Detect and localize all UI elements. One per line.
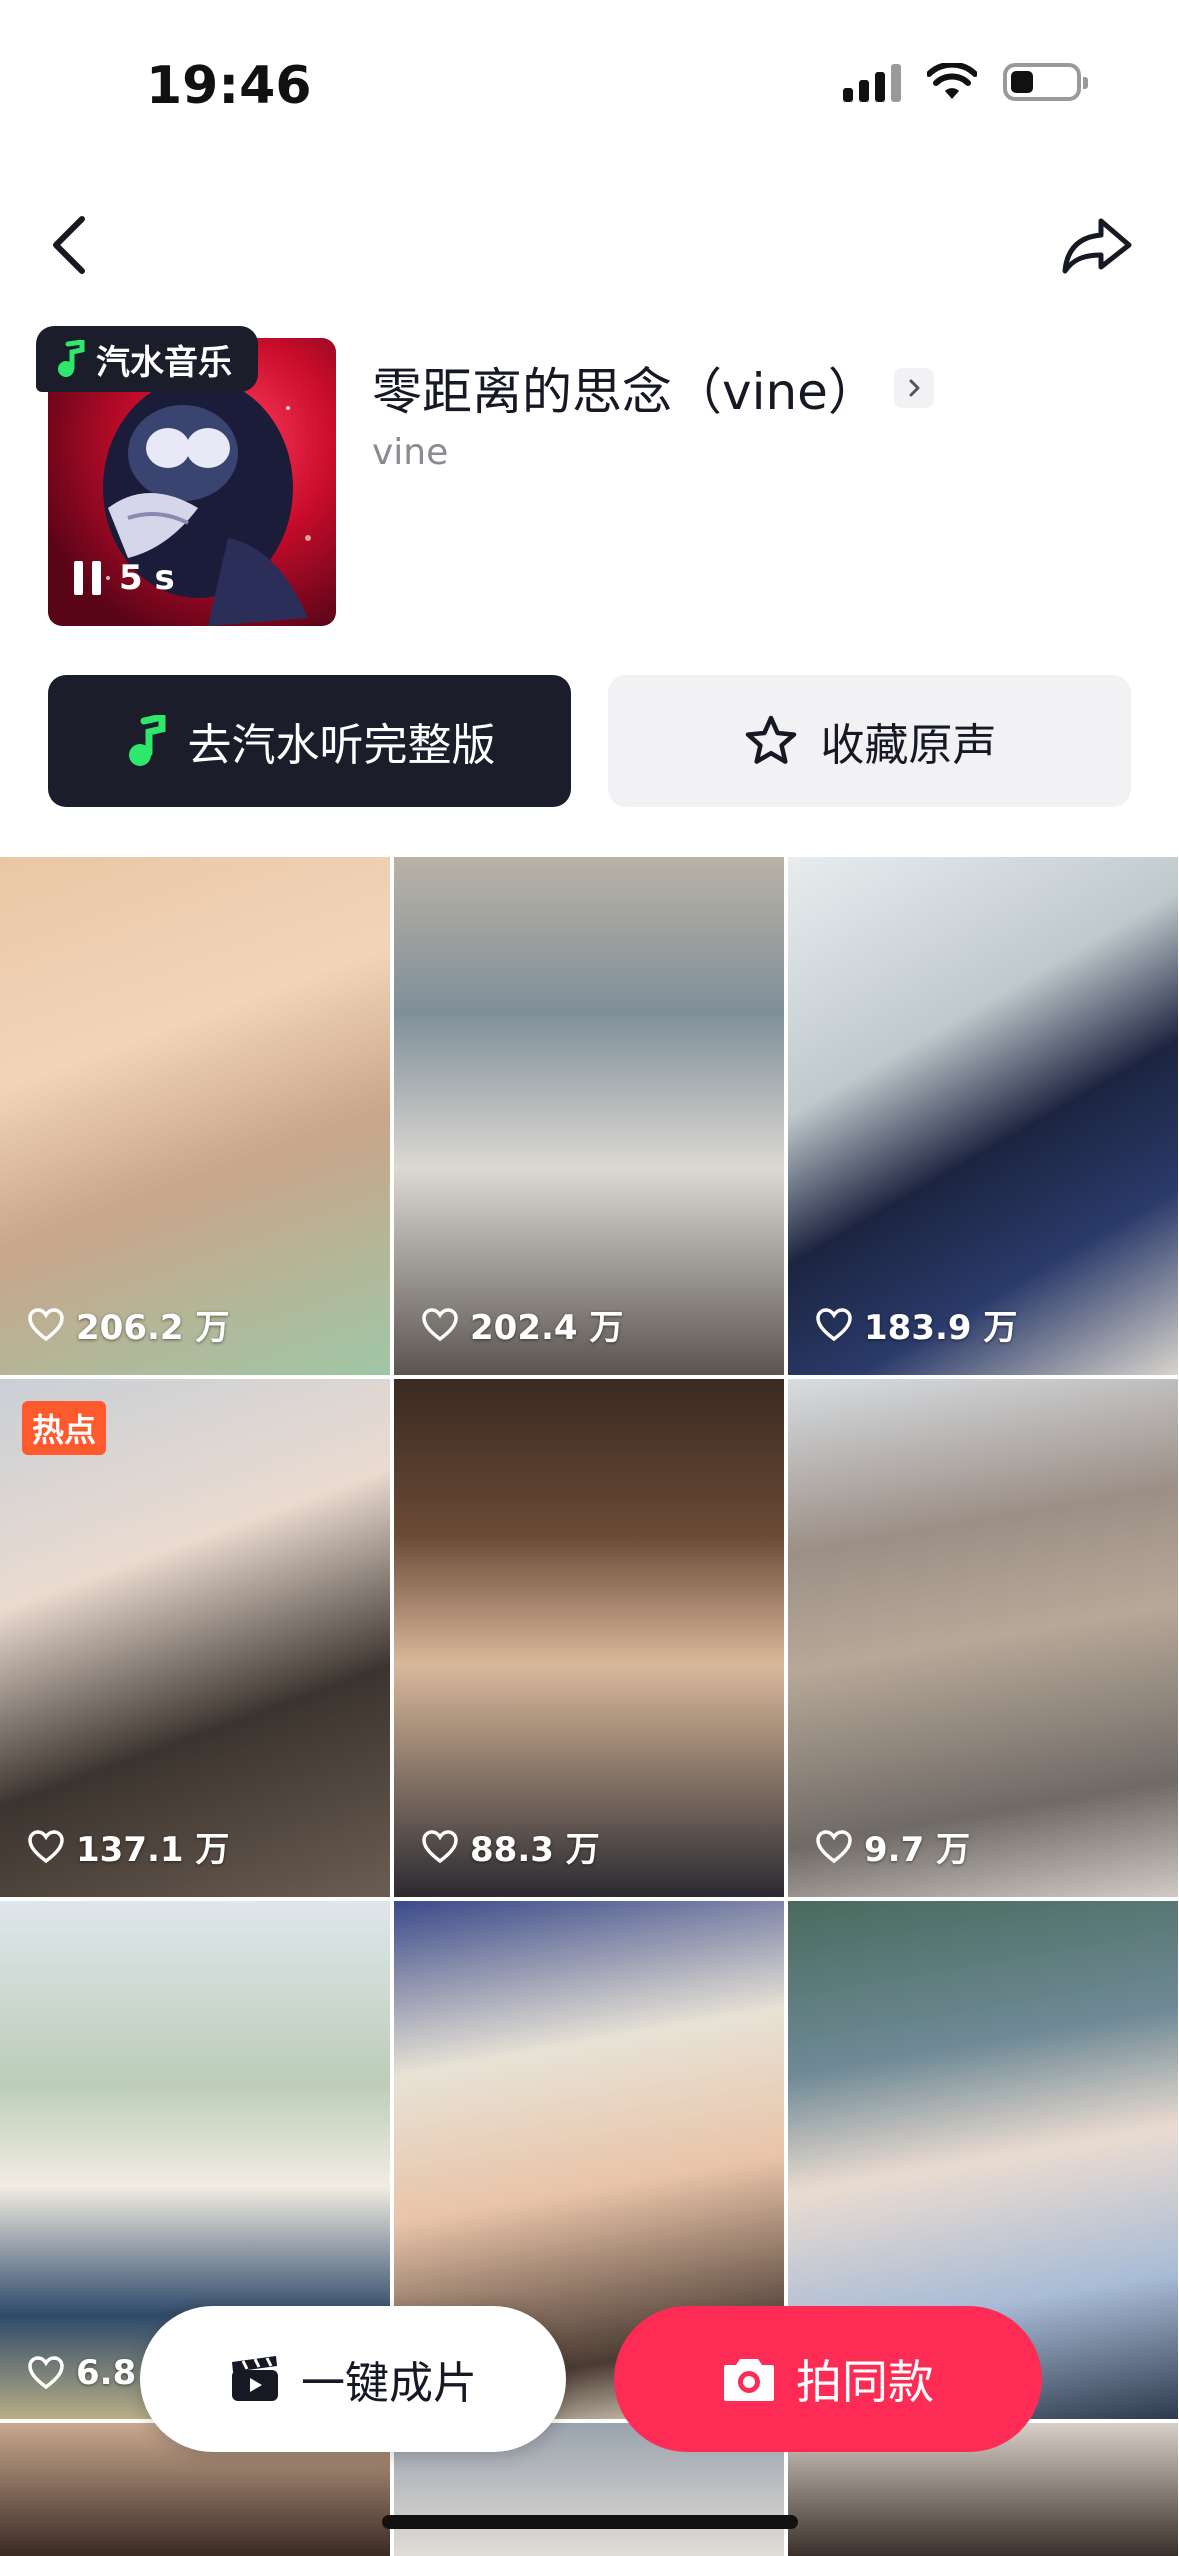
like-count: 6.8 xyxy=(28,2353,136,2393)
video-thumbnail xyxy=(394,1379,784,1897)
heart-icon xyxy=(422,1829,458,1863)
like-count: 183.9 万 xyxy=(816,1300,1017,1349)
song-title-row[interactable]: 零距离的思念（vine） xyxy=(372,352,934,424)
listen-full-version-button[interactable]: 去汽水听完整版 xyxy=(48,675,571,807)
favorite-sound-label: 收藏原声 xyxy=(820,720,997,771)
pause-icon xyxy=(74,561,101,595)
back-button[interactable] xyxy=(40,205,100,285)
video-tile[interactable]: 202.4 万 xyxy=(394,857,784,1375)
heart-icon xyxy=(816,1829,852,1863)
status-time: 19:46 xyxy=(146,56,312,116)
chevron-right-icon[interactable] xyxy=(893,368,934,408)
heart-icon xyxy=(28,1307,64,1341)
listen-full-version-label: 去汽水听完整版 xyxy=(187,720,496,771)
favorite-sound-button[interactable]: 收藏原声 xyxy=(608,675,1131,807)
video-grid: 206.2 万 202.4 万 183.9 万 热点 137.1 万 88.3 … xyxy=(0,857,1179,2556)
song-artist[interactable]: vine xyxy=(372,432,448,473)
video-tile[interactable]: 热点 137.1 万 xyxy=(0,1379,390,1897)
one-click-video-button[interactable]: 一键成片 xyxy=(140,2306,566,2452)
like-count: 9.7 万 xyxy=(816,1822,970,1871)
shoot-same-button[interactable]: 拍同款 xyxy=(614,2306,1042,2452)
heart-icon xyxy=(422,1307,458,1341)
shoot-same-label: 拍同款 xyxy=(796,2355,934,2409)
cellular-signal-icon xyxy=(843,62,901,102)
heart-icon xyxy=(28,1829,64,1863)
brand-tag-label: 汽水音乐 xyxy=(96,342,232,383)
star-icon xyxy=(745,715,796,764)
share-arrow-icon xyxy=(1062,218,1132,274)
share-button[interactable] xyxy=(1057,205,1137,285)
video-thumbnail xyxy=(788,1379,1178,1897)
like-count: 202.4 万 xyxy=(422,1300,623,1349)
music-note-icon xyxy=(58,340,85,377)
heart-icon xyxy=(816,1307,852,1341)
video-tile[interactable]: 183.9 万 xyxy=(788,857,1178,1375)
status-bar: 19:46 xyxy=(0,0,1179,175)
video-thumbnail xyxy=(0,857,390,1375)
video-tile[interactable]: 206.2 万 xyxy=(0,857,390,1375)
music-detail-page: 19:46 汽水音乐 5 s 零距离的思念（vine） vine 去汽水听完整版… xyxy=(0,0,1179,2556)
video-thumbnail xyxy=(0,1379,390,1897)
video-thumbnail xyxy=(394,857,784,1375)
camera-icon xyxy=(724,2359,774,2401)
song-title: 零距离的思念（vine） xyxy=(372,363,878,421)
clapperboard-icon xyxy=(232,2356,278,2401)
one-click-video-label: 一键成片 xyxy=(301,2358,477,2409)
video-tile[interactable]: 9.7 万 xyxy=(788,1379,1178,1897)
battery-icon xyxy=(1003,63,1088,101)
heart-icon xyxy=(28,2356,64,2390)
chevron-left-icon xyxy=(53,216,85,274)
music-note-icon xyxy=(128,715,165,766)
like-count: 206.2 万 xyxy=(28,1300,229,1349)
status-icons xyxy=(843,62,1088,102)
hot-badge: 热点 xyxy=(22,1401,107,1455)
video-thumbnail xyxy=(788,857,1178,1375)
like-count: 137.1 万 xyxy=(28,1822,229,1871)
like-count: 88.3 万 xyxy=(422,1822,600,1871)
home-indicator[interactable] xyxy=(382,2515,798,2529)
preview-timer[interactable]: 5 s xyxy=(74,558,175,598)
video-tile[interactable]: 88.3 万 xyxy=(394,1379,784,1897)
wifi-icon xyxy=(927,63,977,99)
timer-label: 5 s xyxy=(119,558,175,598)
brand-tag: 汽水音乐 xyxy=(36,326,258,392)
